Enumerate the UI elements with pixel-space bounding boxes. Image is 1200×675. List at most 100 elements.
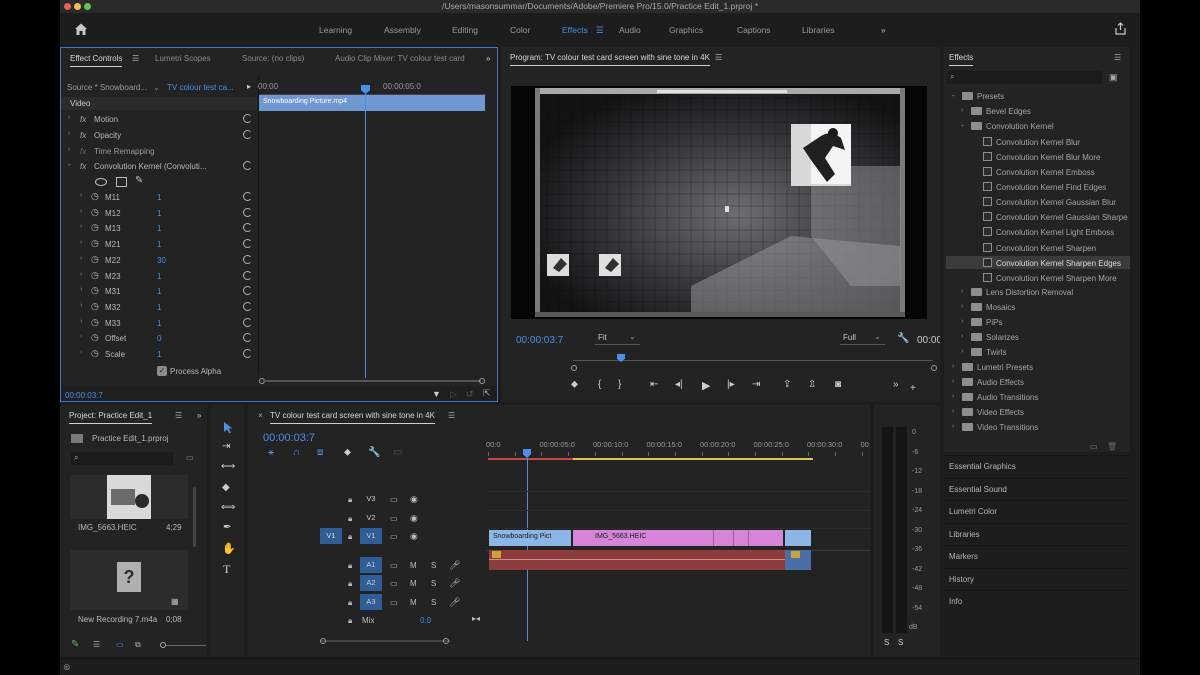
mute-button[interactable]: M <box>410 561 417 570</box>
param-value[interactable]: 30 <box>157 256 166 265</box>
workspace-captions[interactable]: Captions <box>737 25 771 35</box>
solo-right[interactable]: S <box>898 638 903 647</box>
stopwatch-icon[interactable]: ◷ <box>91 285 99 296</box>
workspace-menu-icon[interactable]: ☰ <box>596 25 604 36</box>
reset-param-icon[interactable] <box>243 317 252 327</box>
reset-param-icon[interactable] <box>243 286 252 296</box>
pen-tool-icon[interactable]: ✒ <box>223 522 231 533</box>
more-tabs-icon[interactable]: » <box>486 54 490 63</box>
sync-lock-icon[interactable]: ▭ <box>390 495 398 504</box>
expand-folder-icon[interactable]: › <box>961 303 963 310</box>
reset-opacity-icon[interactable] <box>243 130 252 139</box>
source-selector[interactable]: Source * Snowboard... <box>67 83 147 92</box>
step-forward-icon[interactable]: |▸ <box>727 379 735 390</box>
expand-param-icon[interactable]: › <box>80 208 82 215</box>
expand-param-icon[interactable]: › <box>80 255 82 262</box>
effect-preset[interactable]: Convolution Kernel Sharpen Edges <box>983 257 1121 268</box>
sync-lock-icon[interactable]: ▭ <box>390 579 398 588</box>
lock-icon[interactable]: 🔒︎ <box>348 514 352 524</box>
rectangle-mask-icon[interactable] <box>116 177 127 187</box>
stopwatch-icon[interactable]: ◷ <box>91 332 99 343</box>
effect-preset[interactable]: Convolution Kernel Blur <box>983 137 1080 147</box>
expand-param-icon[interactable]: › <box>80 318 82 325</box>
stopwatch-icon[interactable]: ◷ <box>91 270 99 281</box>
microphone-icon[interactable]: 🎤︎ <box>449 578 460 589</box>
settings-wrench-icon[interactable]: 🔧 <box>897 333 909 344</box>
linked-selection-icon[interactable]: ⧈ <box>317 447 323 458</box>
ec-scrollbar[interactable] <box>259 378 485 384</box>
tab-audio-clip-mixer[interactable]: Audio Clip Mixer: TV colour test card <box>335 54 465 63</box>
timeline-settings-icon[interactable]: 🔧 <box>368 447 380 458</box>
fx-icon[interactable]: fx <box>80 131 86 140</box>
effects-folder[interactable]: Presets <box>962 92 1004 101</box>
timeline-h-scrollbar[interactable] <box>320 640 450 642</box>
clip-snowboarding[interactable]: Snowboarding Pict <box>489 530 571 546</box>
delete-icon[interactable]: 🗑 <box>1107 442 1117 451</box>
side-panel-history[interactable]: History <box>944 567 1130 590</box>
lock-icon[interactable]: 🔒︎ <box>348 532 352 542</box>
scroll-left-handle[interactable] <box>571 365 577 371</box>
prop-opacity[interactable]: Opacity <box>94 131 121 140</box>
eye-icon[interactable]: ◉ <box>410 494 418 505</box>
solo-button[interactable]: S <box>431 598 436 607</box>
sync-lock-icon[interactable]: ▭ <box>390 598 398 607</box>
mute-button[interactable]: M <box>410 598 417 607</box>
ec-clip-bar[interactable]: Snowboarding Picture.mp4 <box>259 95 485 111</box>
param-value[interactable]: 1 <box>157 224 161 233</box>
effects-folder[interactable]: Lumetri Presets <box>962 362 1033 372</box>
stopwatch-icon[interactable]: ◷ <box>91 207 99 218</box>
project-menu-icon[interactable]: ☰ <box>175 411 182 420</box>
reset-param-icon[interactable] <box>243 254 252 264</box>
expand-folder-icon[interactable]: › <box>961 107 963 114</box>
program-monitor-title[interactable]: Program: TV colour test card screen with… <box>510 53 710 66</box>
ec-timecode[interactable]: 00:00:03:7 <box>65 391 103 400</box>
param-value[interactable]: 1 <box>157 193 161 202</box>
param-value[interactable]: 1 <box>157 350 161 359</box>
close-sequence-icon[interactable]: × <box>258 411 263 420</box>
param-value[interactable]: 1 <box>157 272 161 281</box>
pencil-icon[interactable]: ✎ <box>71 639 79 650</box>
expand-param-icon[interactable]: › <box>80 302 82 309</box>
pen-mask-icon[interactable]: ✎ <box>135 175 143 186</box>
track-target[interactable]: V3 <box>360 491 382 507</box>
zoom-select[interactable]: Fit ⌄ <box>595 332 640 345</box>
reset-param-icon[interactable] <box>243 207 252 217</box>
stopwatch-icon[interactable]: ◷ <box>91 348 99 359</box>
side-panel-essential-sound[interactable]: Essential Sound <box>944 477 1130 500</box>
reset-param-icon[interactable] <box>243 349 252 358</box>
effect-preset[interactable]: Convolution Kernel Sharpen More <box>983 272 1117 283</box>
effect-preset[interactable]: Convolution Kernel Find Edges <box>983 182 1106 192</box>
fx-icon[interactable]: fx <box>80 162 86 171</box>
lock-icon[interactable]: 🔒︎ <box>348 598 352 608</box>
tab-lumetri-scopes[interactable]: Lumetri Scopes <box>155 54 211 63</box>
audio-name[interactable]: New Recording 7.m4a <box>78 615 157 624</box>
effect-preset[interactable]: Convolution Kernel Blur More <box>983 152 1101 162</box>
stopwatch-icon[interactable]: ◷ <box>91 238 99 249</box>
expand-param-icon[interactable]: › <box>80 223 82 230</box>
expand-folder-icon[interactable]: › <box>952 363 954 370</box>
sync-lock-icon[interactable]: ▭ <box>390 561 398 570</box>
sequence-tab[interactable]: TV colour test card screen with sine ton… <box>270 411 435 424</box>
timeline-timecode[interactable]: 00:00:03:7 <box>263 432 315 444</box>
share-icon[interactable] <box>1114 22 1127 35</box>
lock-icon[interactable]: 🔒︎ <box>348 495 352 505</box>
workspace-editing[interactable]: Editing <box>452 25 478 35</box>
h-scroll-left[interactable] <box>320 638 326 644</box>
panel-menu-icon[interactable]: ☰ <box>132 54 139 63</box>
collapse-convolution-icon[interactable]: › <box>66 163 73 165</box>
effects-folder[interactable]: Audio Transitions <box>962 393 1038 402</box>
go-to-end-icon[interactable]: ▸◂ <box>472 614 480 623</box>
mark-out-icon[interactable]: } <box>618 379 621 390</box>
track-select-tool-icon[interactable]: ⇥ <box>222 441 230 452</box>
lift-icon[interactable]: ⇪ <box>783 379 791 390</box>
workspace-effects[interactable]: Effects <box>562 25 588 35</box>
workspace-libraries[interactable]: Libraries <box>802 25 835 35</box>
h-scroll-right[interactable] <box>443 638 449 644</box>
stopwatch-icon[interactable]: ◷ <box>91 317 99 328</box>
clip-selector[interactable]: TV colour test ca... <box>167 83 234 92</box>
sync-lock-icon[interactable]: ▭ <box>390 514 398 523</box>
param-value[interactable]: 1 <box>157 287 161 296</box>
side-panel-markers[interactable]: Markers <box>944 545 1130 567</box>
timeline-playhead-handle[interactable] <box>523 449 531 458</box>
scroll-right-handle[interactable] <box>931 365 937 371</box>
